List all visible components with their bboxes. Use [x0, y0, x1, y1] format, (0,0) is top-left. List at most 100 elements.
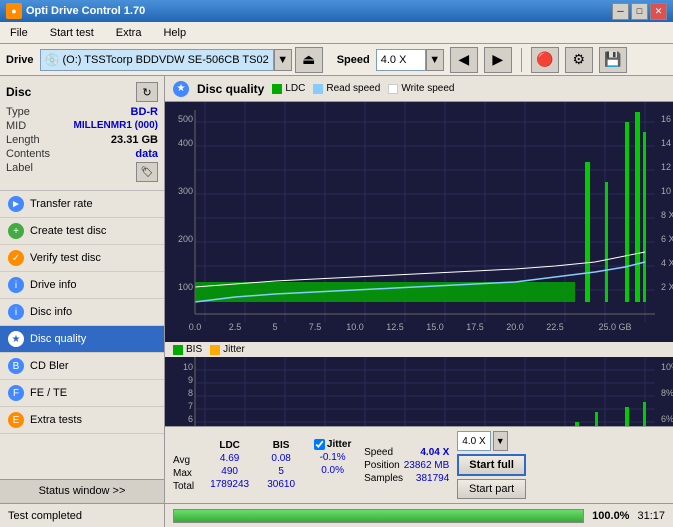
- disc-info-icon: i: [8, 304, 24, 320]
- sidebar-item-fe-te[interactable]: F FE / TE: [0, 380, 164, 407]
- speed-right-select[interactable]: 4.0 X: [457, 431, 490, 451]
- read-speed-legend-label: Read speed: [326, 83, 380, 94]
- disc-type-row: Type BD-R: [6, 106, 158, 118]
- svg-text:25.0 GB: 25.0 GB: [598, 322, 631, 332]
- menu-file[interactable]: File: [4, 26, 34, 40]
- disc-quality-icon: ★: [8, 331, 24, 347]
- bis-avg-value: 0.08: [271, 453, 290, 464]
- speed-dropdown-arrow[interactable]: ▼: [426, 49, 444, 71]
- menu-extra[interactable]: Extra: [110, 26, 148, 40]
- bis-chart-legend: BIS Jitter: [165, 342, 673, 357]
- write-speed-legend-dot: [388, 84, 398, 94]
- legend-bis: BIS: [173, 344, 202, 355]
- prev-speed-button[interactable]: ◀: [450, 47, 478, 73]
- minimize-button[interactable]: ─: [612, 3, 629, 20]
- svg-text:2 X: 2 X: [661, 282, 673, 292]
- next-speed-button[interactable]: ▶: [484, 47, 512, 73]
- nav-spacer: [0, 434, 164, 479]
- ldc-max-value: 490: [221, 466, 238, 477]
- speed-stat-value: 4.04 X: [420, 447, 449, 458]
- disc-length-value: 23.31 GB: [111, 134, 158, 146]
- jitter-header-row: Jitter: [314, 439, 351, 450]
- drive-dropdown-arrow[interactable]: ▼: [274, 49, 292, 71]
- sidebar-item-cd-bler[interactable]: B CD Bler: [0, 353, 164, 380]
- disc-length-label: Length: [6, 134, 40, 146]
- speed-value[interactable]: 4.0 X: [376, 49, 426, 71]
- extra-tests-label: Extra tests: [30, 414, 82, 426]
- status-bar: Test completed 100.0% 31:17: [0, 503, 673, 527]
- disc-label-edit-button[interactable]: 🏷: [136, 162, 158, 182]
- ldc-avg-value: 4.69: [220, 453, 239, 464]
- drive-disk-icon: 💿: [45, 53, 60, 67]
- title-bar: ● Opti Drive Control 1.70 ─ □ ✕: [0, 0, 673, 22]
- extra-tests-icon: E: [8, 412, 24, 428]
- disc-info-panel: Disc ↻ Type BD-R MID MILLENMR1 (000) Len…: [0, 76, 164, 191]
- favorites-button[interactable]: 🔴: [531, 47, 559, 73]
- samples-stat-value: 381794: [416, 473, 449, 484]
- svg-text:8: 8: [188, 388, 193, 398]
- disc-contents-label: Contents: [6, 148, 50, 160]
- fe-te-label: FE / TE: [30, 387, 67, 399]
- action-buttons: 4.0 X ▼ Start full Start part: [457, 431, 526, 499]
- svg-text:300: 300: [178, 186, 193, 196]
- close-button[interactable]: ✕: [650, 3, 667, 20]
- sidebar-item-drive-info[interactable]: i Drive info: [0, 272, 164, 299]
- save-button[interactable]: 💾: [599, 47, 627, 73]
- svg-text:15.0: 15.0: [426, 322, 444, 332]
- chart-title: Disc quality: [197, 82, 264, 96]
- bis-col-header: BIS: [273, 440, 290, 451]
- svg-text:6 X: 6 X: [661, 234, 673, 244]
- jitter-legend-dot: [210, 345, 220, 355]
- samples-row: Samples 381794: [364, 473, 449, 484]
- progress-time: 31:17: [637, 510, 665, 522]
- sidebar-item-verify-test-disc[interactable]: ✓ Verify test disc: [0, 245, 164, 272]
- svg-text:8%: 8%: [661, 388, 673, 398]
- ldc-legend-dot: [272, 84, 282, 94]
- menu-help[interactable]: Help: [157, 26, 192, 40]
- svg-text:22.5: 22.5: [546, 322, 564, 332]
- settings-button[interactable]: ⚙: [565, 47, 593, 73]
- sidebar-item-extra-tests[interactable]: E Extra tests: [0, 407, 164, 434]
- svg-text:17.5: 17.5: [466, 322, 484, 332]
- position-stat-value: 23862 MB: [404, 460, 450, 471]
- position-row: Position 23862 MB: [364, 460, 449, 471]
- cd-bler-label: CD Bler: [30, 360, 69, 372]
- drive-info-label: Drive info: [30, 279, 76, 291]
- drive-value[interactable]: (O:) TSSTcorp BDDVDW SE-506CB TS02: [62, 54, 268, 66]
- speed-right-dropdown[interactable]: ▼: [493, 431, 508, 451]
- svg-text:16 X: 16 X: [661, 114, 673, 124]
- eject-button[interactable]: ⏏: [295, 47, 323, 73]
- jitter-checkbox[interactable]: [314, 439, 325, 450]
- menu-start-test[interactable]: Start test: [44, 26, 100, 40]
- speed-row: Speed 4.04 X: [364, 447, 449, 458]
- speed-label: Speed: [337, 54, 370, 66]
- toolbar: Drive 💿 (O:) TSSTcorp BDDVDW SE-506CB TS…: [0, 44, 673, 76]
- disc-refresh-button[interactable]: ↻: [136, 82, 158, 102]
- status-text: Test completed: [0, 504, 165, 527]
- disc-quality-label: Disc quality: [30, 333, 86, 345]
- top-chart: 500 400 300 200 100 16 X 14 X 12 X 10 X …: [165, 102, 673, 342]
- disc-label-row: Label 🏷: [6, 162, 158, 182]
- speed-selector: 4.0 X ▼: [376, 49, 444, 71]
- main-content: Disc ↻ Type BD-R MID MILLENMR1 (000) Len…: [0, 76, 673, 503]
- status-window-button[interactable]: Status window >>: [0, 479, 164, 503]
- cd-bler-icon: B: [8, 358, 24, 374]
- sidebar-item-disc-info[interactable]: i Disc info: [0, 299, 164, 326]
- svg-text:12.5: 12.5: [386, 322, 404, 332]
- title-bar-controls: ─ □ ✕: [612, 3, 667, 20]
- sidebar-item-create-test-disc[interactable]: + Create test disc: [0, 218, 164, 245]
- svg-text:400: 400: [178, 138, 193, 148]
- svg-text:10 X: 10 X: [661, 186, 673, 196]
- svg-text:4 X: 4 X: [661, 258, 673, 268]
- app-icon: ●: [6, 3, 22, 19]
- sidebar-item-disc-quality[interactable]: ★ Disc quality: [0, 326, 164, 353]
- sidebar-item-transfer-rate[interactable]: ► Transfer rate: [0, 191, 164, 218]
- bis-max-value: 5: [278, 466, 284, 477]
- start-full-button[interactable]: Start full: [457, 454, 526, 476]
- progress-area: 100.0% 31:17: [165, 509, 673, 523]
- maximize-button[interactable]: □: [631, 3, 648, 20]
- start-part-button[interactable]: Start part: [457, 479, 526, 499]
- stats-header-spacer: [173, 439, 194, 453]
- jitter-legend-label: Jitter: [223, 344, 245, 355]
- disc-contents-row: Contents data: [6, 148, 158, 160]
